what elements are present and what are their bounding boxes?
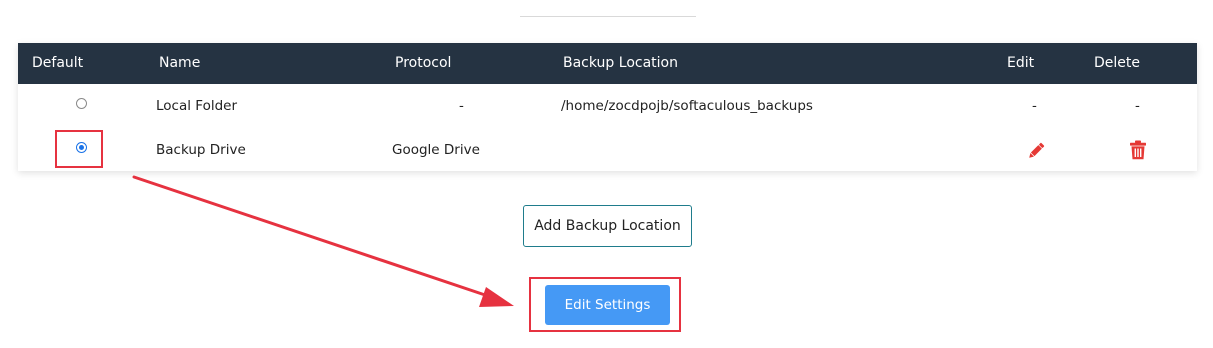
highlight-box-default-radio: [55, 130, 103, 168]
row-edit: -: [1032, 98, 1037, 114]
row-protocol: Google Drive: [392, 142, 480, 158]
header-protocol: Protocol: [395, 55, 452, 71]
row-delete: -: [1135, 98, 1140, 114]
row-name: Local Folder: [156, 98, 237, 114]
header-edit: Edit: [1007, 55, 1035, 71]
row-location: /home/zocdpojb/softaculous_backups: [561, 98, 813, 114]
table-row: Local Folder - /home/zocdpojb/softaculou…: [18, 84, 1197, 128]
row-protocol: -: [459, 98, 464, 114]
default-radio-local-folder[interactable]: [76, 98, 87, 109]
trash-icon[interactable]: [1129, 140, 1147, 160]
pencil-icon[interactable]: [1026, 141, 1046, 161]
header-name: Name: [159, 55, 201, 71]
add-backup-location-button[interactable]: Add Backup Location: [523, 205, 692, 247]
backup-locations-table: Default Name Protocol Backup Location Ed…: [18, 43, 1197, 171]
header-backup-location: Backup Location: [563, 55, 678, 71]
header-default: Default: [32, 55, 84, 71]
table-header: Default Name Protocol Backup Location Ed…: [18, 43, 1197, 84]
header-delete: Delete: [1094, 55, 1140, 71]
row-name: Backup Drive: [156, 142, 246, 158]
section-divider: [520, 16, 696, 17]
highlight-box-edit-settings: [529, 277, 681, 332]
table-row: Backup Drive Google Drive: [18, 128, 1197, 172]
